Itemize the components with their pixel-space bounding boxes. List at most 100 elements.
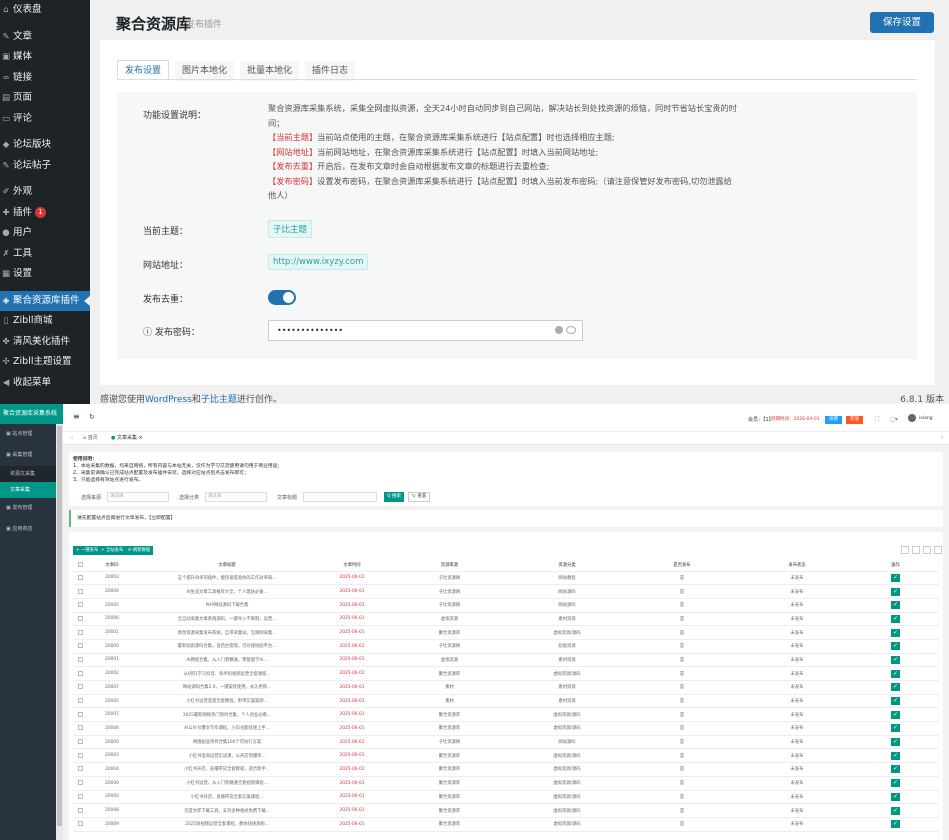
avatar[interactable] [908,414,916,422]
category-select[interactable]: 请选择 [205,492,267,502]
username[interactable]: ixiang [919,416,933,421]
sidebar-item-17[interactable]: ◀ 收起菜单 [0,373,90,394]
select-all-checkbox[interactable] [77,562,83,568]
clear-icon[interactable] [555,326,563,334]
publish-all-button[interactable]: + 全站发布 [98,546,127,555]
sidebar-item-11[interactable]: ✗ 工具 [0,244,90,265]
sidebar-item-6[interactable]: ◆ 论坛版块 [0,135,90,156]
row-checkbox[interactable] [77,807,83,813]
edit-icon[interactable]: ✓ [891,573,900,582]
row-checkbox[interactable] [77,588,83,594]
edit-icon[interactable]: ✓ [891,765,900,774]
columns-icon[interactable] [901,546,909,554]
sidebar-item-4[interactable]: ▤ 页面 [0,88,90,109]
edit-icon[interactable]: ✓ [891,642,900,651]
edit-icon[interactable]: ✓ [891,655,900,664]
sidebar-item-5[interactable]: ▭ 评论 [0,109,90,130]
tab-publish-settings[interactable]: 发布设置 [117,60,170,80]
cms-menu-item[interactable]: ▣ 采集管理 [0,445,63,466]
sidebar-item-12[interactable]: ▦ 设置 [0,264,90,285]
edit-icon[interactable]: ✓ [891,614,900,623]
row-checkbox[interactable] [77,698,83,704]
row-checkbox[interactable] [77,602,83,608]
row-checkbox[interactable] [77,739,83,745]
search-button[interactable]: Q 搜索 [384,492,404,502]
cms-menu-item[interactable]: ▣ 站点管理 [0,424,63,445]
refresh-data-button[interactable]: ⟳ 刷新数据 [125,546,154,555]
table-row: 20000 小红书运营，从入门到精通全套视频课程... 2025-06-01 聚合资源… [73,776,939,791]
row-checkbox[interactable] [77,670,83,676]
edit-icon[interactable]: ✓ [891,820,900,829]
edit-icon[interactable]: ✓ [891,697,900,706]
edit-icon[interactable]: ✓ [891,669,900,678]
tab-home[interactable]: ⌂ 首页 [79,432,102,445]
one-click-publish-button[interactable]: + 一键发布 [73,546,102,555]
tab-batch-localize[interactable]: 批量本地化 [240,61,300,81]
tab-prev-icon[interactable]: ‹ [67,432,77,445]
edit-icon[interactable]: ✓ [891,710,900,719]
row-checkbox[interactable] [77,656,83,662]
row-checkbox[interactable] [77,574,83,580]
row-checkbox[interactable] [77,643,83,649]
row-checkbox[interactable] [77,793,83,799]
fullscreen-icon[interactable]: ⛶ [875,416,879,424]
cms-menu-item[interactable]: 文章采集 [0,482,63,498]
sidebar-item-2[interactable]: ▣ 媒体 [0,47,90,68]
menu-toggle-icon[interactable]: ≡ [73,412,80,421]
edit-icon[interactable]: ✓ [891,792,900,801]
edit-icon[interactable]: ✓ [891,628,900,637]
edit-icon[interactable]: ✓ [891,724,900,733]
edit-icon[interactable]: ✓ [891,806,900,815]
notify-icon[interactable]: ◻▾ [890,416,898,423]
sidebar-item-7[interactable]: ✎ 论坛帖子 [0,156,90,177]
source-select[interactable]: 请选择 [107,492,169,502]
refresh-icon[interactable]: ↻ [89,413,95,421]
cms-menu-item[interactable]: 资源文采集 [0,466,63,482]
tab-next-icon[interactable]: › [937,432,947,445]
password-field[interactable]: •••••••••••••• [268,320,583,341]
edit-icon[interactable]: ✓ [891,601,900,610]
row-checkbox[interactable] [77,780,83,786]
sidebar-item-14[interactable]: ▯ Zibll商城 [0,311,90,332]
recharge-button[interactable]: 充值 [846,416,863,424]
export-icon[interactable] [912,546,920,554]
row-checkbox[interactable] [77,725,83,731]
row-checkbox[interactable] [77,629,83,635]
tab-article-collect[interactable]: ● 文章采集 × [107,432,147,445]
row-checkbox[interactable] [77,821,83,827]
edit-icon[interactable]: ✓ [891,683,900,692]
renew-button[interactable]: 续费 [825,416,842,424]
sidebar-item-15[interactable]: ✤ 清风美化插件 [0,332,90,353]
filter-icon[interactable] [934,546,942,554]
row-checkbox[interactable] [77,615,83,621]
edit-icon[interactable]: ✓ [891,738,900,747]
eye-icon[interactable] [566,326,576,334]
row-checkbox[interactable] [77,684,83,690]
sidebar-item-10[interactable]: ● 用户 [0,223,90,244]
table-cell: 是 [622,790,742,805]
reset-button[interactable]: ↻ 重置 [408,492,431,502]
row-checkbox[interactable] [77,752,83,758]
tab-image-localize[interactable]: 图片本地化 [175,61,235,81]
tab-plugin-log[interactable]: 插件日志 [305,61,356,81]
sidebar-item-16[interactable]: ✣ Zibll主题设置 [0,352,90,373]
sidebar-item-8[interactable]: ✐ 外观 [0,182,90,203]
title-input[interactable] [303,492,377,502]
action-cell: ✓ [852,694,939,709]
sidebar-item-1[interactable]: ✎ 文章 [0,27,90,48]
sidebar-item-13[interactable]: ◈ 聚合资源库插件 [0,290,90,311]
sidebar-item-0[interactable]: ⌂ 仪表盘 [0,0,90,21]
sidebar-item-9[interactable]: ✚ 插件 1 [0,203,90,224]
sidebar-item-3[interactable]: ∞ 链接 [0,68,90,89]
row-checkbox[interactable] [77,711,83,717]
edit-icon[interactable]: ✓ [891,751,900,760]
row-checkbox[interactable] [77,766,83,772]
dedup-toggle[interactable] [268,290,296,305]
print-icon[interactable] [923,546,931,554]
edit-icon[interactable]: ✓ [891,587,900,596]
edit-icon[interactable]: ✓ [891,779,900,788]
sidebar-scrollbar[interactable] [56,424,63,840]
cms-menu-item[interactable]: ▣ 应用商店 [0,519,63,540]
save-settings-button[interactable]: 保存设置 [870,12,934,33]
cms-menu-item[interactable]: ▣ 发布管理 [0,498,63,519]
